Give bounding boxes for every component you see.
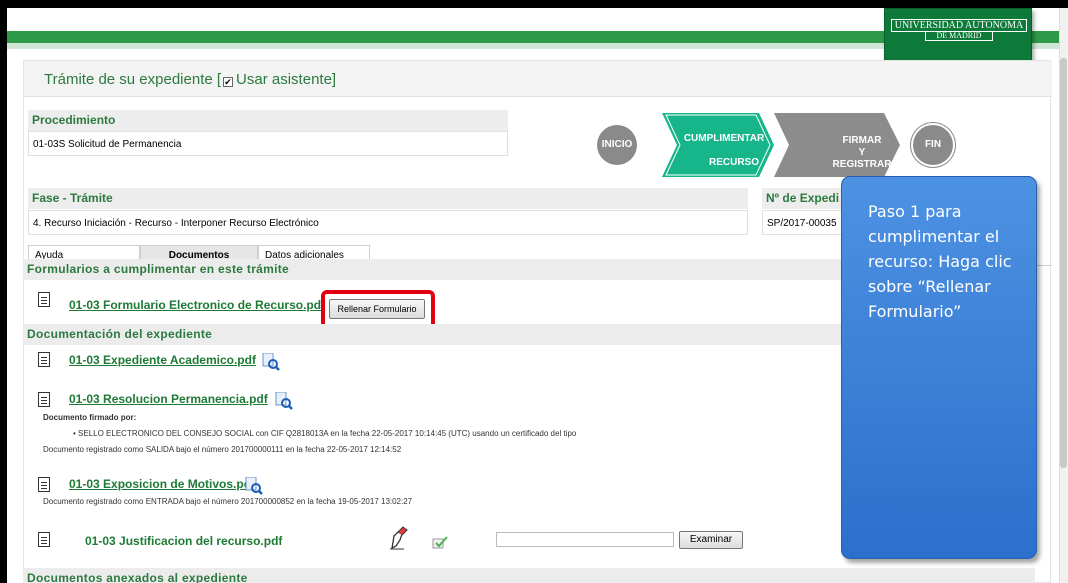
document-icon [38, 352, 50, 367]
preview-lens-icon[interactable] [262, 353, 280, 371]
document-icon [38, 477, 50, 492]
app-window: UNIVERSIDAD AUTONOMA DE MADRID Trámite d… [0, 0, 1068, 583]
rellenar-formulario-button[interactable]: Rellenar Formulario [329, 299, 425, 319]
signer-detail: • SELLO ELECTRONICO DEL CONSEJO SOCIAL c… [73, 429, 577, 438]
doc-expediente-link[interactable]: 01-03 Expediente Academico.pdf [69, 353, 256, 367]
document-icon [38, 532, 50, 547]
step-firmar-label-3: REGISTRAR [832, 159, 892, 170]
assistant-checkbox[interactable]: ✔ [223, 77, 234, 87]
attach-check-icon[interactable] [432, 535, 448, 549]
procedimiento-value: 01-03S Solicitud de Permanencia [28, 131, 508, 156]
preview-lens-icon[interactable] [245, 477, 263, 495]
fase-label: Fase - Trámite [28, 188, 748, 209]
procedimiento-label: Procedimiento [28, 110, 508, 131]
doc-justificacion-name: 01-03 Justificacion del recurso.pdf [85, 534, 283, 548]
registry-entrada: Documento registrado como ENTRADA bajo e… [43, 497, 413, 506]
document-icon [38, 292, 50, 307]
page-header: Trámite de su expediente [✔ Usar asistent… [24, 61, 1052, 97]
page-title: Trámite de su expediente [✔ Usar asistent… [44, 71, 336, 88]
signed-by-label: Documento firmado por: [43, 413, 137, 422]
section-annexed-header: Documentos anexados al expediente [23, 568, 1035, 583]
step-fin: FIN [913, 125, 953, 165]
file-path-input[interactable] [496, 532, 674, 547]
instruction-callout: Paso 1 para cumplimentar el recurso: Hag… [841, 176, 1037, 559]
scrollbar-thumb[interactable] [1060, 58, 1067, 468]
assistant-label: Usar asistente] [236, 71, 337, 88]
form-doc-link[interactable]: 01-03 Formulario Electronico de Recurso.… [69, 298, 325, 312]
callout-text: Paso 1 para cumplimentar el recurso: Hag… [868, 202, 1012, 321]
step-inicio: INICIO [597, 125, 637, 165]
sign-pen-icon[interactable] [388, 526, 410, 550]
document-icon [38, 392, 50, 407]
doc-exposicion-link[interactable]: 01-03 Exposicion de Motivos.pdf [69, 477, 255, 491]
title-prefix: Trámite de su expediente [ [44, 71, 222, 88]
preview-lens-icon[interactable] [275, 392, 293, 410]
logo-line2: DE MADRID [925, 31, 993, 41]
registry-salida: Documento registrado como SALIDA bajo el… [43, 445, 402, 454]
step-cumplimentar-label-1: CUMPLIMENTAR [683, 133, 765, 144]
fase-value: 4. Recurso Iniciación - Recurso - Interp… [28, 210, 748, 235]
examinar-button[interactable]: Examinar [679, 531, 743, 549]
doc-resolucion-link[interactable]: 01-03 Resolucion Permanencia.pdf [69, 392, 268, 406]
step-cumplimentar-label-2: RECURSO [708, 157, 759, 168]
